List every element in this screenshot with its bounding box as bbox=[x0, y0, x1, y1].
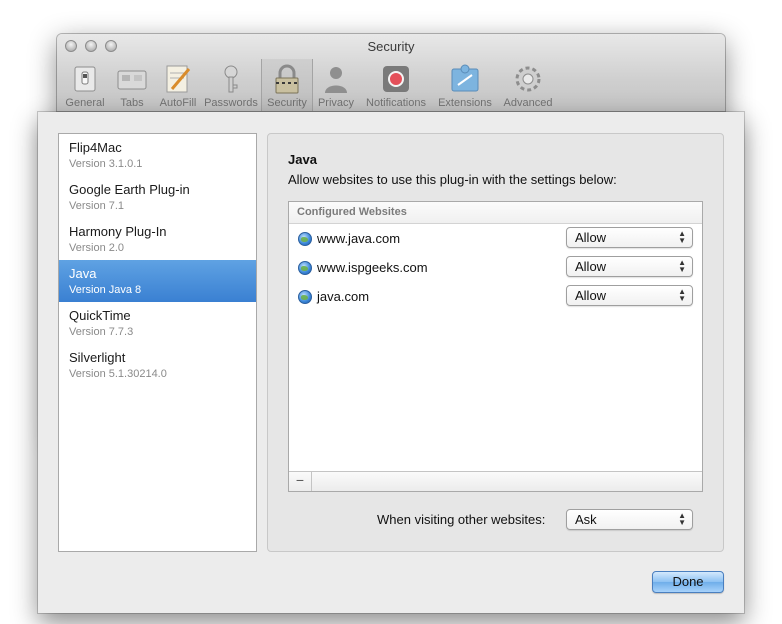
plugin-name: Silverlight bbox=[69, 350, 126, 365]
plugin-version: Version 7.1 bbox=[69, 200, 125, 212]
plugin-item-java[interactable]: Java Version Java 8 bbox=[59, 260, 256, 302]
tab-advanced[interactable]: Advanced bbox=[497, 59, 559, 111]
tab-autofill[interactable]: AutoFill bbox=[155, 59, 201, 111]
globe-icon bbox=[298, 261, 312, 275]
plugin-name: Java bbox=[69, 266, 97, 281]
tab-notifications[interactable]: Notifications bbox=[359, 59, 433, 111]
plugin-item-harmony[interactable]: Harmony Plug-In Version 2.0 bbox=[59, 218, 256, 260]
popup-arrows-icon: ▲ ▼ bbox=[678, 229, 686, 245]
website-row[interactable]: www.java.com Allow ▲ ▼ bbox=[289, 224, 702, 253]
plugin-name: QuickTime bbox=[69, 308, 131, 323]
website-setting-value: Allow bbox=[575, 288, 607, 303]
website-setting-value: Allow bbox=[575, 230, 607, 245]
configured-websites-table: Configured Websites www.java.com Allow ▲… bbox=[288, 201, 703, 492]
plugin-detail-panel: Java Allow websites to use this plug-in … bbox=[267, 133, 724, 552]
done-button[interactable]: Done bbox=[652, 571, 724, 593]
tab-passwords[interactable]: Passwords bbox=[201, 59, 261, 111]
website-setting-popup[interactable]: Allow ▲ ▼ bbox=[566, 227, 693, 248]
plugin-version: Version 7.7.3 bbox=[69, 326, 134, 338]
padlock-icon bbox=[275, 64, 299, 94]
preferences-toolbar: General Tabs AutoFill Passwords Security… bbox=[61, 59, 725, 111]
other-websites-popup[interactable]: Ask ▲ ▼ bbox=[566, 509, 693, 530]
tab-advanced-label: Advanced bbox=[503, 97, 553, 109]
globe-icon bbox=[298, 232, 312, 246]
puzzle-piece-icon bbox=[451, 64, 479, 92]
tab-security[interactable]: Security bbox=[261, 59, 313, 111]
tab-extensions-label: Extensions bbox=[438, 97, 492, 109]
plugin-name: Flip4Mac bbox=[69, 140, 122, 155]
website-row[interactable]: www.ispgeeks.com Allow ▲ ▼ bbox=[289, 253, 702, 282]
plugin-detail-title: Java bbox=[288, 152, 317, 167]
notifications-icon bbox=[383, 66, 409, 92]
plugin-list: Flip4Mac Version 3.1.0.1 Google Earth Pl… bbox=[58, 133, 257, 552]
gear-icon bbox=[515, 66, 541, 92]
plugin-item-quicktime[interactable]: QuickTime Version 7.7.3 bbox=[59, 302, 256, 344]
popup-arrows-icon: ▲ ▼ bbox=[678, 511, 686, 527]
website-domain: www.java.com bbox=[317, 231, 401, 246]
tab-passwords-label: Passwords bbox=[204, 97, 258, 109]
plugin-name: Harmony Plug-In bbox=[69, 224, 167, 239]
person-silhouette-icon bbox=[325, 67, 347, 93]
key-icon bbox=[224, 65, 238, 93]
website-setting-popup[interactable]: Allow ▲ ▼ bbox=[566, 285, 693, 306]
other-websites-value: Ask bbox=[575, 512, 597, 527]
general-switch-icon bbox=[74, 66, 96, 92]
plugin-detail-description: Allow websites to use this plug-in with … bbox=[288, 172, 617, 187]
plugin-version: Version Java 8 bbox=[69, 284, 142, 296]
titlebar: Security General Tabs AutoFill Passwords… bbox=[57, 34, 725, 112]
website-row[interactable]: java.com Allow ▲ ▼ bbox=[289, 282, 702, 311]
tab-notifications-label: Notifications bbox=[366, 97, 426, 109]
tab-general[interactable]: General bbox=[61, 59, 109, 111]
popup-arrows-icon: ▲ ▼ bbox=[678, 258, 686, 274]
tab-autofill-label: AutoFill bbox=[159, 97, 197, 109]
plugin-name: Google Earth Plug-in bbox=[69, 182, 190, 197]
table-footer: − bbox=[289, 471, 702, 491]
globe-icon bbox=[298, 290, 312, 304]
plugin-item-google-earth[interactable]: Google Earth Plug-in Version 7.1 bbox=[59, 176, 256, 218]
plugin-settings-sheet: Flip4Mac Version 3.1.0.1 Google Earth Pl… bbox=[38, 112, 744, 613]
website-setting-value: Allow bbox=[575, 259, 607, 274]
plugin-item-flip4mac[interactable]: Flip4Mac Version 3.1.0.1 bbox=[59, 134, 256, 176]
website-domain: www.ispgeeks.com bbox=[317, 260, 428, 275]
tabs-icon bbox=[117, 70, 147, 90]
plugin-version: Version 2.0 bbox=[69, 242, 125, 254]
autofill-pencil-icon bbox=[166, 65, 191, 93]
tab-privacy-label: Privacy bbox=[317, 97, 355, 109]
popup-arrows-icon: ▲ ▼ bbox=[678, 287, 686, 303]
plugin-version: Version 5.1.30214.0 bbox=[69, 368, 167, 380]
configured-websites-header: Configured Websites bbox=[289, 202, 702, 224]
website-setting-popup[interactable]: Allow ▲ ▼ bbox=[566, 256, 693, 277]
window-title: Security bbox=[367, 39, 415, 54]
remove-website-button[interactable]: − bbox=[289, 472, 312, 491]
other-websites-label: When visiting other websites: bbox=[377, 512, 546, 527]
tab-privacy[interactable]: Privacy bbox=[313, 59, 359, 111]
plugin-version: Version 3.1.0.1 bbox=[69, 158, 143, 170]
website-domain: java.com bbox=[317, 289, 370, 304]
tab-general-label: General bbox=[65, 97, 105, 109]
tab-tabs[interactable]: Tabs bbox=[109, 59, 155, 111]
tab-extensions[interactable]: Extensions bbox=[433, 59, 497, 111]
plugin-item-silverlight[interactable]: Silverlight Version 5.1.30214.0 bbox=[59, 344, 256, 386]
tab-tabs-label: Tabs bbox=[120, 97, 144, 109]
tab-security-label: Security bbox=[267, 97, 307, 109]
